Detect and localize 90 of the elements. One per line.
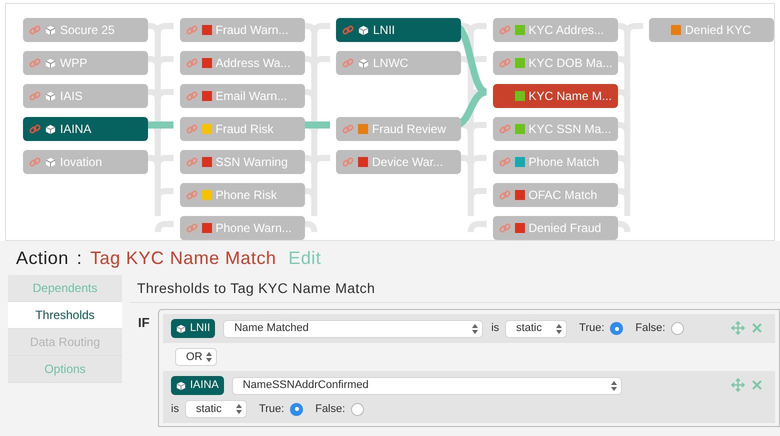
graph-node[interactable]: LNWC [336, 51, 461, 75]
link-icon[interactable] [498, 222, 510, 234]
false-label: False: [635, 321, 666, 336]
cube-icon [45, 124, 56, 134]
cube-icon [45, 58, 56, 68]
graph-node[interactable]: Fraud Warn... [180, 18, 304, 42]
sidebar-tab[interactable]: Options [8, 356, 122, 383]
link-icon[interactable] [342, 123, 354, 135]
source-badge[interactable]: IAINA [171, 376, 224, 395]
close-icon[interactable] [751, 379, 763, 391]
link-icon[interactable] [186, 189, 198, 201]
cube-icon [358, 24, 369, 36]
graph-node[interactable]: Phone Match [492, 150, 618, 174]
graph-node[interactable]: Denied KYC [649, 18, 774, 42]
radio-button[interactable] [610, 322, 624, 335]
radio-button[interactable] [671, 322, 684, 335]
stepper-icon [472, 324, 478, 334]
operator-select[interactable]: OR [175, 348, 217, 366]
field-select[interactable]: NameSSNAddrConfirmed [232, 376, 622, 394]
is-label: is [491, 321, 500, 336]
link-icon[interactable] [186, 123, 198, 135]
graph-node[interactable]: KYC SSN Ma... [492, 117, 618, 141]
link-icon[interactable] [498, 24, 510, 36]
link-icon[interactable] [29, 90, 41, 102]
false-label: False: [315, 402, 346, 417]
graph-node[interactable]: KYC Name M... [492, 84, 618, 108]
sidebar-tab[interactable]: Thresholds [8, 302, 122, 329]
graph-node[interactable]: IAINA [23, 117, 148, 141]
stepper-icon [206, 352, 212, 362]
source-badge[interactable]: LNII [171, 319, 216, 338]
section-title: Thresholds to Tag KYC Name Match [130, 275, 780, 303]
link-icon[interactable] [186, 57, 198, 69]
if-label: IF [137, 314, 151, 332]
link-icon[interactable] [29, 123, 41, 135]
graph-node[interactable]: Phone Risk [180, 183, 304, 207]
graph-node[interactable]: Address Wa... [180, 51, 304, 75]
sidebar-tab[interactable]: Dependents [8, 275, 122, 302]
graph-node[interactable]: Denied Fraud [492, 216, 618, 240]
radio-button[interactable] [290, 402, 304, 416]
stepper-icon [236, 404, 242, 414]
link-icon[interactable] [186, 24, 198, 36]
graph-node[interactable]: Phone Warn... [180, 216, 304, 240]
graph-node[interactable]: KYC Addres... [492, 18, 618, 42]
graph-node[interactable]: IAIS [23, 84, 148, 108]
link-icon[interactable] [498, 156, 510, 168]
cube-icon [176, 380, 186, 390]
link-icon[interactable] [29, 57, 41, 69]
field-select[interactable]: Name Matched [223, 320, 484, 338]
separator-label: : [76, 247, 82, 270]
cube-icon [358, 58, 369, 68]
graph-node[interactable]: SSN Warning [180, 150, 304, 174]
link-icon[interactable] [186, 156, 198, 168]
link-icon[interactable] [342, 156, 354, 168]
graph-node[interactable]: WPP [23, 51, 148, 75]
link-icon[interactable] [186, 90, 198, 102]
cube-icon [45, 90, 56, 102]
link-icon[interactable] [498, 123, 510, 135]
is-label: is [171, 402, 179, 417]
mode-select[interactable]: static [505, 320, 568, 338]
move-icon[interactable] [731, 321, 745, 335]
true-label: True: [258, 402, 284, 417]
link-icon[interactable] [186, 222, 198, 234]
action-name: Tag KYC Name Match [90, 247, 276, 270]
link-icon[interactable] [342, 57, 354, 69]
graph-node[interactable]: OFAC Match [492, 183, 618, 207]
graph-node[interactable]: Iovation [23, 150, 148, 174]
link-icon[interactable] [29, 24, 41, 36]
cube-icon [45, 156, 56, 168]
stepper-icon [556, 324, 562, 334]
link-icon[interactable] [342, 24, 354, 36]
link-icon[interactable] [498, 57, 510, 69]
graph-node[interactable]: Fraud Risk [180, 117, 304, 141]
graph-node[interactable]: Socure 25 [23, 18, 148, 42]
mode-select[interactable]: static [184, 400, 247, 418]
move-icon[interactable] [731, 378, 745, 392]
graph-node[interactable]: Email Warn... [180, 84, 304, 108]
graph-node[interactable]: Fraud Review [336, 117, 461, 141]
close-icon[interactable] [751, 322, 763, 334]
edit-link[interactable]: Edit [288, 245, 322, 272]
cube-icon [45, 24, 56, 36]
stepper-icon [610, 380, 617, 390]
radio-button[interactable] [351, 402, 364, 416]
true-label: True: [579, 321, 604, 336]
graph-node[interactable]: KYC DOB Ma... [492, 51, 618, 75]
graph-node[interactable]: Device War... [336, 150, 461, 174]
graph-node[interactable]: LNII [336, 18, 461, 42]
link-icon[interactable] [498, 189, 510, 201]
action-label: Action [16, 247, 69, 270]
cube-icon [176, 324, 186, 334]
link-icon[interactable] [29, 156, 41, 168]
